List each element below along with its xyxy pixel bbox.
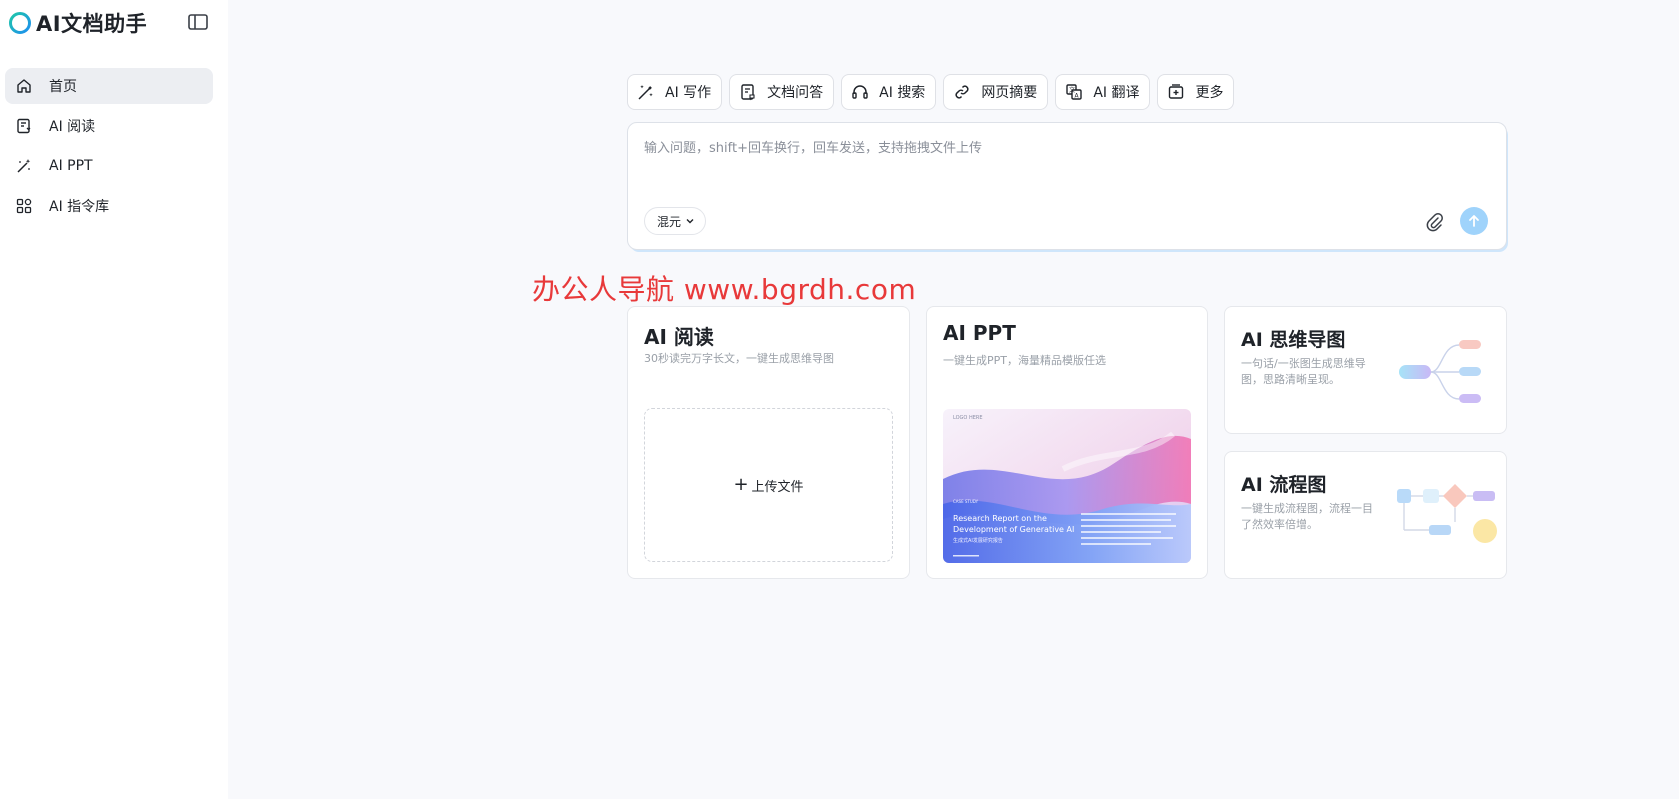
home-icon [15,77,33,95]
card-ai-flowchart[interactable]: AI 流程图 一键生成流程图，流程一目了然效率倍增。 [1224,451,1507,579]
tool-label: 网页摘要 [981,85,1038,101]
sidebar-item-label: AI PPT [49,158,93,174]
card-description: 一键生成流程图，流程一目了然效率倍增。 [1241,502,1373,531]
sidebar-item-ai-reading[interactable]: AI 阅读 [5,108,213,144]
tool-document-qa[interactable]: 文档问答 [729,74,835,110]
command-library-icon [15,197,33,215]
mindmap-illustration [1399,340,1481,403]
magic-wand-icon [15,157,33,175]
tool-web-summary[interactable]: 网页摘要 [943,74,1049,110]
tool-chips: AI 写作 文档问答 AI 搜索 网页摘要 文A AI 翻译 更多 [627,74,1241,110]
tool-more[interactable]: 更多 [1157,74,1235,110]
magic-pen-icon [637,83,655,101]
model-select[interactable]: 混元 [644,207,707,235]
tool-label: AI 翻译 [1093,85,1140,101]
flowchart-illustration [1397,484,1497,543]
upload-label: 上传文件 [751,479,804,495]
brand[interactable]: AI文档助手 [8,9,147,37]
card-title: AI PPT [943,321,1016,345]
ppt-template-preview[interactable]: LOGO HERE CASE STUDY Research Report on … [943,409,1191,563]
chat-composer: 混元 [627,122,1507,250]
reading-icon [15,117,33,135]
card-title: AI 流程图 [1241,474,1327,496]
tool-label: 文档问答 [767,85,824,101]
headset-search-icon [851,83,869,101]
question-input[interactable] [644,137,1484,187]
paperclip-icon [1426,213,1443,232]
ppt-case-label: CASE STUDY [953,499,979,504]
card-description: 30秒读完万字长文，一键生成思维导图 [644,352,834,365]
plus-icon: + [733,474,749,495]
sidebar-toggle-icon [188,14,208,30]
card-ai-ppt[interactable]: AI PPT 一键生成PPT，海量精品模版任选 LOGO HERE CASE S… [926,306,1208,579]
document-qa-icon [739,83,757,101]
sidebar-item-ai-ppt[interactable]: AI PPT [5,148,213,184]
sidebar-item-label: AI 阅读 [49,119,96,135]
site-watermark: 办公人导航 www.bgrdh.com [532,273,917,306]
card-title: AI 阅读 [644,325,714,349]
card-description: 一句话/一张图生成思维导图，思路清晰呈现。 [1241,357,1366,386]
tool-label: AI 写作 [665,85,712,101]
tool-label: 更多 [1195,85,1224,101]
link-icon [953,83,971,101]
tool-ai-search[interactable]: AI 搜索 [841,74,937,110]
sidebar-item-label: 首页 [49,79,77,95]
tool-ai-writing[interactable]: AI 写作 [627,74,723,110]
tool-ai-translate[interactable]: 文A AI 翻译 [1055,74,1151,110]
ppt-report-subtitle: 生成式AI发展研究报告 [953,538,1003,544]
sidebar-collapse-button[interactable] [186,12,210,32]
brand-name: AI文档助手 [36,12,148,36]
more-box-icon [1167,83,1185,101]
card-ai-reading[interactable]: AI 阅读 30秒读完万字长文，一键生成思维导图 + 上传文件 [627,306,910,579]
sidebar-item-home[interactable]: 首页 [5,68,213,104]
ppt-report-title: Research Report on the Development of Ge… [953,514,1075,534]
card-ai-mindmap[interactable]: AI 思维导图 一句话/一张图生成思维导图，思路清晰呈现。 [1224,306,1507,434]
model-select-value: 混元 [657,214,682,229]
tool-label: AI 搜索 [879,85,926,101]
sidebar-nav: 首页 AI 阅读 AI PPT AI 指令库 [5,68,213,228]
card-title: AI 思维导图 [1241,329,1346,351]
translate-icon: 文A [1065,83,1083,101]
arrow-up-icon [1469,215,1479,227]
send-button[interactable] [1460,207,1488,235]
brand-logo-icon [9,12,31,34]
sidebar-item-ai-command-library[interactable]: AI 指令库 [5,188,213,224]
attach-file-button[interactable] [1424,211,1446,233]
card-description: 一键生成PPT，海量精品模版任选 [943,354,1106,367]
chevron-down-icon [685,216,695,226]
upload-file-dropzone[interactable]: + 上传文件 [644,408,893,562]
sidebar-item-label: AI 指令库 [49,199,110,215]
ppt-logo-placeholder: LOGO HERE [953,415,983,421]
sidebar: AI文档助手 首页 AI 阅读 AI PPT AI 指令库 [0,0,228,799]
